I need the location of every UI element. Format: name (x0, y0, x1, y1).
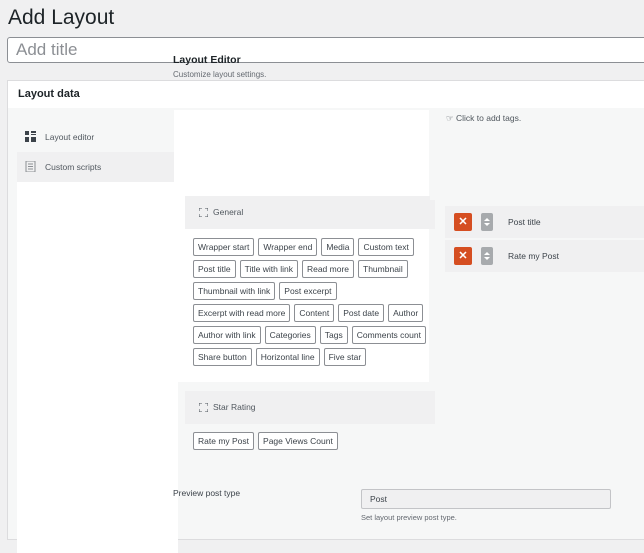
tag-button[interactable]: Media (321, 238, 355, 256)
preview-help-text: Set layout preview post type. (361, 513, 457, 522)
tag-button[interactable]: Post title (193, 260, 236, 278)
expand-icon (199, 208, 208, 217)
tag-button[interactable]: Tags (319, 326, 348, 344)
page-title: Add Layout (8, 6, 115, 29)
panel-description: Customize layout settings. (173, 70, 267, 79)
tab-label: Custom scripts (45, 162, 102, 172)
group-star-rating-header[interactable]: Star Rating (185, 391, 435, 424)
expand-icon (199, 403, 208, 412)
tag-button[interactable]: Rate my Post (193, 432, 255, 450)
tag-button[interactable]: Excerpt with read more (193, 304, 291, 322)
panel-title: Layout Editor (173, 54, 241, 66)
tabs-column: Layout editor Custom scripts (17, 122, 178, 553)
selected-tag-label: Rate my Post (508, 251, 560, 261)
tab-layout-editor[interactable]: Layout editor (17, 122, 178, 152)
preview-post-type-label: Preview post type (173, 488, 241, 498)
document-icon (25, 161, 36, 172)
tag-button[interactable]: Content (294, 304, 335, 322)
tag-button[interactable]: Horizontal line (255, 348, 320, 366)
group-name: Star Rating (213, 402, 256, 412)
tag-button[interactable]: Thumbnail with link (193, 282, 276, 300)
pointer-icon: ☞ (446, 113, 454, 123)
star-rating-tag-list: Rate my Post Page Views Count (193, 432, 433, 450)
click-hint: ☞ Click to add tags. (446, 113, 521, 124)
tag-button[interactable]: Author (388, 304, 424, 322)
tag-button[interactable]: Page Views Count (258, 432, 338, 450)
selected-tag-row: ✕ Rate my Post (445, 240, 644, 272)
tag-button[interactable]: Title with link (239, 260, 298, 278)
metabox-title: Layout data (8, 81, 644, 109)
tag-button[interactable]: Author with link (193, 326, 261, 344)
selected-tag-row: ✕ Post title (445, 206, 644, 238)
tag-button[interactable]: Share button (193, 348, 252, 366)
title-input[interactable] (7, 37, 644, 63)
tag-button[interactable]: Wrapper start (193, 238, 255, 256)
tag-button[interactable]: Read more (301, 260, 355, 278)
tag-button[interactable]: Comments count (351, 326, 426, 344)
group-general-header[interactable]: General (185, 196, 435, 229)
remove-tag-button[interactable]: ✕ (454, 247, 472, 265)
tag-button[interactable]: Categories (264, 326, 316, 344)
tag-button[interactable]: Custom text (358, 238, 414, 256)
tab-label: Layout editor (45, 132, 95, 142)
click-hint-text: Click to add tags. (456, 113, 522, 123)
move-handle-icon[interactable] (481, 213, 493, 231)
move-handle-icon[interactable] (481, 247, 493, 265)
tag-button[interactable]: Post excerpt (279, 282, 337, 300)
tag-button[interactable]: Post date (338, 304, 385, 322)
general-tag-list: Wrapper start Wrapper end Media Custom text… (193, 238, 433, 366)
tag-button[interactable]: Five star (323, 348, 367, 366)
tag-button[interactable]: Wrapper end (258, 238, 318, 256)
tag-button[interactable]: Thumbnail (358, 260, 408, 278)
group-name: General (213, 207, 244, 217)
layout-grid-icon (25, 131, 36, 142)
selected-tag-label: Post title (508, 217, 541, 227)
preview-post-type-select[interactable]: Post (361, 489, 611, 509)
remove-tag-button[interactable]: ✕ (454, 213, 472, 231)
tab-custom-scripts[interactable]: Custom scripts (17, 152, 178, 182)
